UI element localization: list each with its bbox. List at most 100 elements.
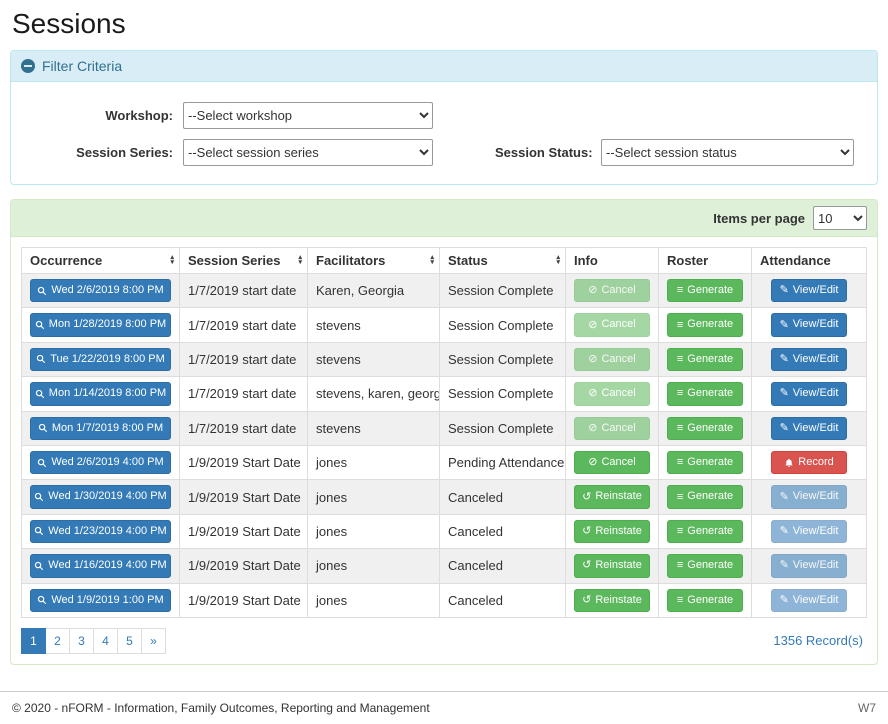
view-edit-button[interactable]: ✎View/Edit (771, 348, 847, 371)
generate-button[interactable]: ≡Generate (667, 279, 743, 302)
magnifier-icon (37, 458, 47, 468)
page-button[interactable]: 3 (69, 628, 94, 654)
session-status-select[interactable]: --Select session status (601, 139, 854, 166)
generate-button[interactable]: ≡ Generate (667, 520, 743, 543)
page-button[interactable]: 2 (45, 628, 70, 654)
column-header-label: Roster (667, 253, 708, 268)
occurrence-button[interactable]: Mon 1/28/2019 8:00 PM (30, 313, 171, 336)
view-edit-button[interactable]: ✎View/Edit (771, 589, 847, 612)
view-edit-button[interactable]: ✎View/Edit (771, 382, 847, 405)
occurrence-button[interactable]: Wed 1/9/2019 1:00 PM (30, 589, 171, 612)
next-page-button[interactable]: » (141, 628, 166, 654)
cancel-button[interactable]: ⊘Cancel (574, 417, 650, 440)
column-header: Attendance (752, 248, 867, 274)
button-label: Generate (687, 593, 733, 608)
button-label: Generate (687, 524, 733, 539)
cancel-button[interactable]: ⊘Cancel (574, 451, 650, 474)
view-edit-button[interactable]: ✎View/Edit (771, 279, 847, 302)
button-label: Cancel (601, 455, 635, 470)
filter-panel-header[interactable]: Filter Criteria (11, 51, 877, 82)
occurrence-button[interactable]: Mon 1/7/2019 8:00 PM (30, 417, 171, 440)
roster-cell: ≡Generate (659, 308, 752, 342)
sort-icon[interactable]: ▴▾ (430, 255, 434, 267)
sort-icon[interactable]: ▴▾ (298, 255, 302, 267)
ban-icon: ⊘ (588, 423, 597, 434)
session-series-cell: 1/7/2019 start date (180, 377, 308, 411)
reinstate-button[interactable]: ↺Reinstate (574, 554, 650, 577)
view-edit-button[interactable]: ✎View/Edit (771, 485, 847, 508)
column-header[interactable]: Occurrence▴▾ (22, 248, 180, 274)
sort-icon[interactable]: ▴▾ (556, 255, 560, 267)
generate-button[interactable]: ≡Generate (667, 313, 743, 336)
info-cell: ↺Reinstate (566, 549, 659, 583)
view-edit-button[interactable]: ✎View/Edit (771, 520, 847, 543)
items-per-page-label: Items per page (713, 211, 805, 226)
roster-cell: ≡Generate (659, 445, 752, 479)
view-edit-button[interactable]: ✎ View/Edit (771, 554, 847, 577)
column-header[interactable]: Status▴▾ (440, 248, 566, 274)
button-label: View/Edit (793, 421, 839, 436)
generate-button[interactable]: ≡Generate (667, 485, 743, 508)
generate-button[interactable]: ≡Generate (667, 382, 743, 405)
status-cell: Session Complete (440, 308, 566, 342)
generate-button[interactable]: ≡Generate (667, 554, 743, 577)
sort-icon[interactable]: ▴▾ (170, 255, 174, 267)
filter-panel-title: Filter Criteria (42, 58, 122, 74)
occurrence-button[interactable]: Wed 2/6/2019 8:00 PM (30, 279, 171, 302)
reinstate-button[interactable]: ↺Reinstate (574, 520, 650, 543)
session-row: Mon 1/7/2019 8:00 PM1/7/2019 start dates… (22, 411, 867, 445)
facilitators-cell: stevens (308, 308, 440, 342)
info-cell: ↺Reinstate (566, 514, 659, 548)
status-cell: Pending Attendance (440, 445, 566, 479)
reinstate-button[interactable]: ↺Reinstate (574, 589, 650, 612)
button-label: Wed 1/23/2019 4:00 PM (48, 524, 166, 539)
reinstate-button[interactable]: ↺Reinstate (574, 485, 650, 508)
items-per-page-select[interactable]: 10 (813, 206, 867, 230)
sessions-panel: Items per page 10 Occurrence▴▾Session Se… (10, 199, 878, 665)
cancel-button[interactable]: ⊘Cancel (574, 313, 650, 336)
ban-icon: ⊘ (588, 285, 597, 296)
pencil-icon: ✎ (780, 320, 789, 331)
session-series-select[interactable]: --Select session series (183, 139, 433, 166)
button-label: View/Edit (793, 558, 839, 573)
occurrence-cell: Wed 1/16/2019 4:00 PM (22, 549, 180, 583)
info-cell: ⊘Cancel (566, 342, 659, 376)
generate-button[interactable]: ≡Generate (667, 451, 743, 474)
occurrence-button[interactable]: Tue 1/22/2019 8:00 PM (30, 348, 171, 371)
occurrence-button[interactable]: Wed 1/30/2019 4:00 PM (30, 485, 171, 508)
roster-cell: ≡ Generate (659, 514, 752, 548)
session-row: Wed 2/6/2019 4:00 PM1/9/2019 Start Datej… (22, 445, 867, 479)
generate-button[interactable]: ≡Generate (667, 417, 743, 440)
workshop-select[interactable]: --Select workshop (183, 102, 433, 129)
button-label: Mon 1/7/2019 8:00 PM (52, 421, 163, 436)
view-edit-button[interactable]: ✎View/Edit (771, 417, 847, 440)
occurrence-button[interactable]: Wed 2/6/2019 4:00 PM (30, 451, 171, 474)
info-cell: ↺Reinstate (566, 480, 659, 514)
button-label: Cancel (601, 386, 635, 401)
occurrence-button[interactable]: Wed 1/16/2019 4:00 PM (30, 554, 171, 577)
generate-button[interactable]: ≡Generate (667, 348, 743, 371)
column-header[interactable]: Facilitators▴▾ (308, 248, 440, 274)
occurrence-button[interactable]: Wed 1/23/2019 4:00 PM (30, 520, 171, 543)
page-button[interactable]: 5 (117, 628, 142, 654)
facilitators-cell: jones (308, 480, 440, 514)
list-icon: ≡ (677, 526, 683, 537)
column-header[interactable]: Session Series▴▾ (180, 248, 308, 274)
magnifier-icon (37, 286, 47, 296)
cancel-button[interactable]: ⊘Cancel (574, 382, 650, 405)
generate-button[interactable]: ≡Generate (667, 589, 743, 612)
page-button[interactable]: 1 (21, 628, 46, 654)
main-content: Filter Criteria Workshop: --Select works… (0, 50, 888, 665)
view-edit-button[interactable]: ✎View/Edit (771, 313, 847, 336)
occurrence-button[interactable]: Mon 1/14/2019 8:00 PM (30, 382, 171, 405)
cancel-button[interactable]: ⊘Cancel (574, 279, 650, 302)
button-label: Generate (687, 352, 733, 367)
occurrence-cell: Mon 1/14/2019 8:00 PM (22, 377, 180, 411)
record-button[interactable]: Record (771, 451, 847, 474)
cancel-button[interactable]: ⊘Cancel (574, 348, 650, 371)
pencil-icon: ✎ (780, 560, 789, 571)
list-icon: ≡ (677, 388, 683, 399)
collapse-icon[interactable] (21, 59, 35, 73)
page-button[interactable]: 4 (93, 628, 118, 654)
pencil-icon: ✎ (780, 492, 789, 503)
